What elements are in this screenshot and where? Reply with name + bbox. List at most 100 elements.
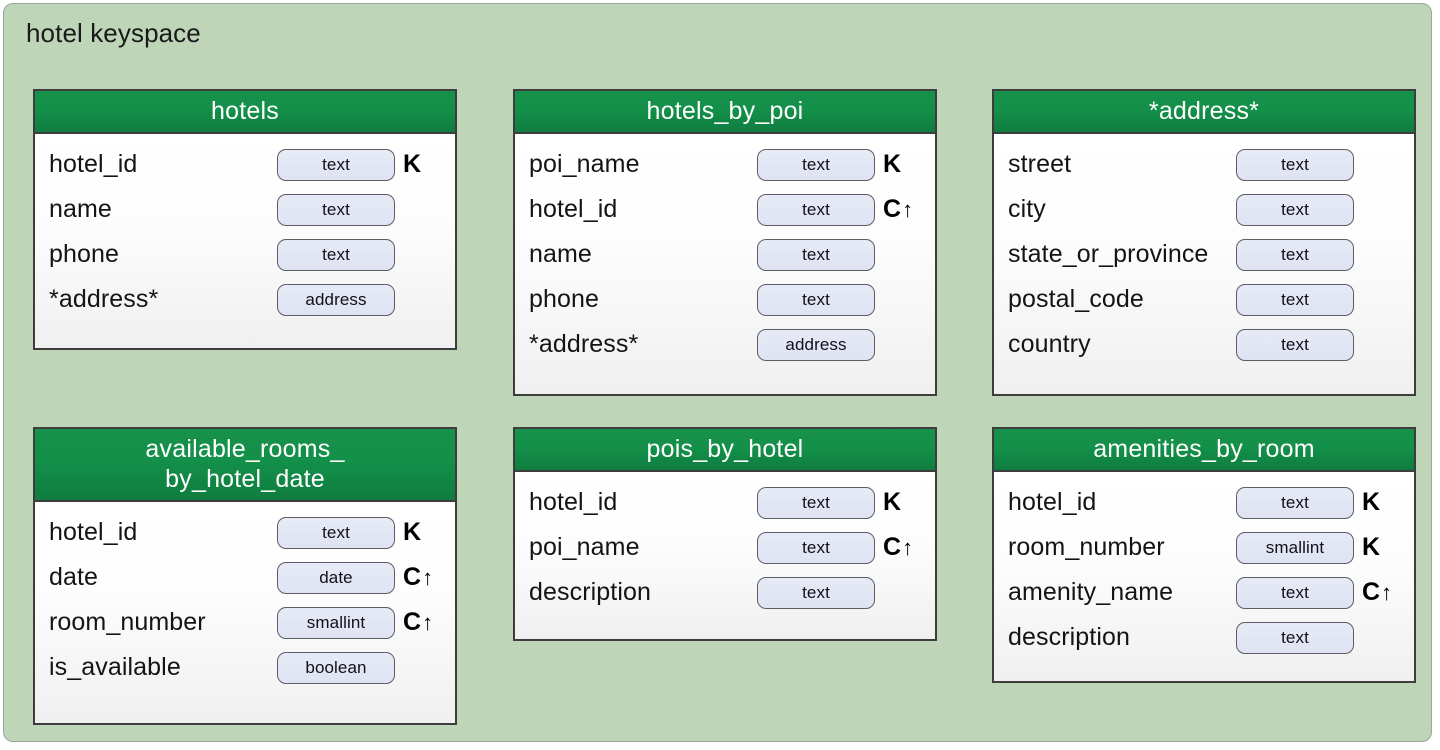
field-row: country text (1008, 322, 1404, 367)
field-name: amenity_name (1008, 578, 1174, 606)
field-name: room_number (1008, 533, 1165, 561)
clustering-key-marker: C↑ (1362, 578, 1404, 607)
field-type-pill[interactable]: address (757, 328, 875, 361)
field-row: city text (1008, 187, 1404, 232)
field-type-pill[interactable]: smallint (277, 606, 395, 639)
keyspace-title: hotel keyspace (26, 18, 201, 48)
field-type-pill[interactable]: text (1236, 283, 1354, 316)
field-name: phone (529, 285, 600, 313)
field-row: phone text (529, 277, 925, 322)
entity-card-title: pois_by_hotel (515, 429, 935, 472)
field-type-pill[interactable]: text (757, 576, 875, 609)
field-name: state_or_province (1008, 240, 1209, 268)
entity-card-hotels[interactable]: hotels hotel_id text Kname text phone text *ad… (33, 89, 457, 350)
field-row: date date C↑ (49, 555, 445, 600)
field-name: room_number (49, 608, 206, 636)
partition-key-marker: K (883, 150, 925, 179)
sort-ascending-icon: ↑ (902, 535, 914, 560)
field-type-pill[interactable]: text (277, 238, 395, 271)
field-row: description text (1008, 615, 1404, 660)
entity-card-fields: hotel_id text Kname text phone text *address* a… (35, 134, 455, 348)
field-row: state_or_province text (1008, 232, 1404, 277)
entity-card-hotels-by-poi[interactable]: hotels_by_poi poi_name text Khotel_id text C… (513, 89, 937, 396)
entity-card-amenities-by-room[interactable]: amenities_by_room hotel_id text Kroom_numb… (992, 427, 1416, 683)
field-name: poi_name (529, 150, 640, 178)
sort-ascending-icon: ↑ (1381, 580, 1393, 605)
field-row: description text (529, 570, 925, 615)
field-type-pill[interactable]: text (1236, 486, 1354, 519)
field-type-pill[interactable]: text (1236, 238, 1354, 271)
field-type-pill[interactable]: text (757, 193, 875, 226)
field-type-pill[interactable]: text (1236, 576, 1354, 609)
field-type-pill[interactable]: text (757, 283, 875, 316)
field-name: country (1008, 330, 1091, 358)
key-marker-letter: C (403, 608, 422, 636)
field-row: name text (49, 187, 445, 232)
key-marker-letter: C (883, 533, 902, 561)
field-type-pill[interactable]: smallint (1236, 531, 1354, 564)
field-name: description (1008, 623, 1130, 651)
field-row: hotel_id text K (49, 510, 445, 555)
key-marker-letter: K (1362, 488, 1381, 516)
field-row: *address* address (49, 277, 445, 322)
field-type-pill[interactable]: address (277, 283, 395, 316)
field-name: name (49, 195, 112, 223)
sort-ascending-icon: ↑ (422, 610, 434, 635)
entity-card-address[interactable]: *address* street text city text state_or_pro… (992, 89, 1416, 396)
sort-ascending-icon: ↑ (902, 197, 914, 222)
field-type-pill[interactable]: text (1236, 148, 1354, 181)
field-row: poi_name text K (529, 142, 925, 187)
field-row: street text (1008, 142, 1404, 187)
field-type-pill[interactable]: text (757, 486, 875, 519)
key-marker-letter: C (1362, 578, 1381, 606)
entity-card-title: hotels (35, 91, 455, 134)
field-type-pill[interactable]: text (757, 531, 875, 564)
key-marker-letter: K (883, 488, 902, 516)
keyspace-container: hotel keyspace hotels hotel_id text Kname t… (3, 3, 1432, 742)
field-name: is_available (49, 653, 181, 681)
key-marker-letter: C (403, 563, 422, 591)
field-name: name (529, 240, 592, 268)
entity-card-fields: street text city text state_or_province text p… (994, 134, 1414, 394)
field-type-pill[interactable]: text (757, 148, 875, 181)
entity-card-title: amenities_by_room (994, 429, 1414, 472)
field-type-pill[interactable]: text (277, 148, 395, 181)
partition-key-marker: K (403, 518, 445, 547)
field-type-pill[interactable]: text (1236, 621, 1354, 654)
entity-card-title: *address* (994, 91, 1414, 134)
field-type-pill[interactable]: text (277, 516, 395, 549)
field-row: *address* address (529, 322, 925, 367)
field-type-pill[interactable]: text (757, 238, 875, 271)
entity-card-title: available_rooms_ by_hotel_date (35, 429, 455, 502)
entity-card-pois-by-hotel[interactable]: pois_by_hotel hotel_id text Kpoi_name text C… (513, 427, 937, 641)
field-type-pill[interactable]: text (277, 193, 395, 226)
field-row: is_available boolean (49, 645, 445, 690)
field-row: name text (529, 232, 925, 277)
field-type-pill[interactable]: text (1236, 193, 1354, 226)
field-row: hotel_id text K (1008, 480, 1404, 525)
field-row: poi_name text C↑ (529, 525, 925, 570)
diagram-canvas: hotel keyspace hotels hotel_id text Kname t… (0, 0, 1440, 750)
field-name: *address* (529, 330, 639, 358)
entity-card-fields: poi_name text Khotel_id text C↑ name text phone… (515, 134, 935, 394)
field-type-pill[interactable]: boolean (277, 651, 395, 684)
field-name: phone (49, 240, 120, 268)
key-marker-letter: C (883, 195, 902, 223)
entity-card-fields: hotel_id text Kpoi_name text C↑ description te… (515, 472, 935, 639)
key-marker-letter: K (883, 150, 902, 178)
clustering-key-marker: C↑ (403, 563, 445, 592)
field-type-pill[interactable]: text (1236, 328, 1354, 361)
field-name: *address* (49, 285, 159, 313)
clustering-key-marker: C↑ (883, 195, 925, 224)
field-name: hotel_id (529, 195, 618, 223)
partition-key-marker: K (883, 488, 925, 517)
field-row: room_number smallint C↑ (49, 600, 445, 645)
field-name: postal_code (1008, 285, 1144, 313)
field-row: postal_code text (1008, 277, 1404, 322)
key-marker-letter: K (1362, 533, 1381, 561)
field-name: hotel_id (49, 518, 138, 546)
entity-card-available-rooms-by-hotel-date[interactable]: available_rooms_ by_hotel_date hotel_id t… (33, 427, 457, 725)
field-row: hotel_id text K (49, 142, 445, 187)
field-name: hotel_id (49, 150, 138, 178)
field-type-pill[interactable]: date (277, 561, 395, 594)
